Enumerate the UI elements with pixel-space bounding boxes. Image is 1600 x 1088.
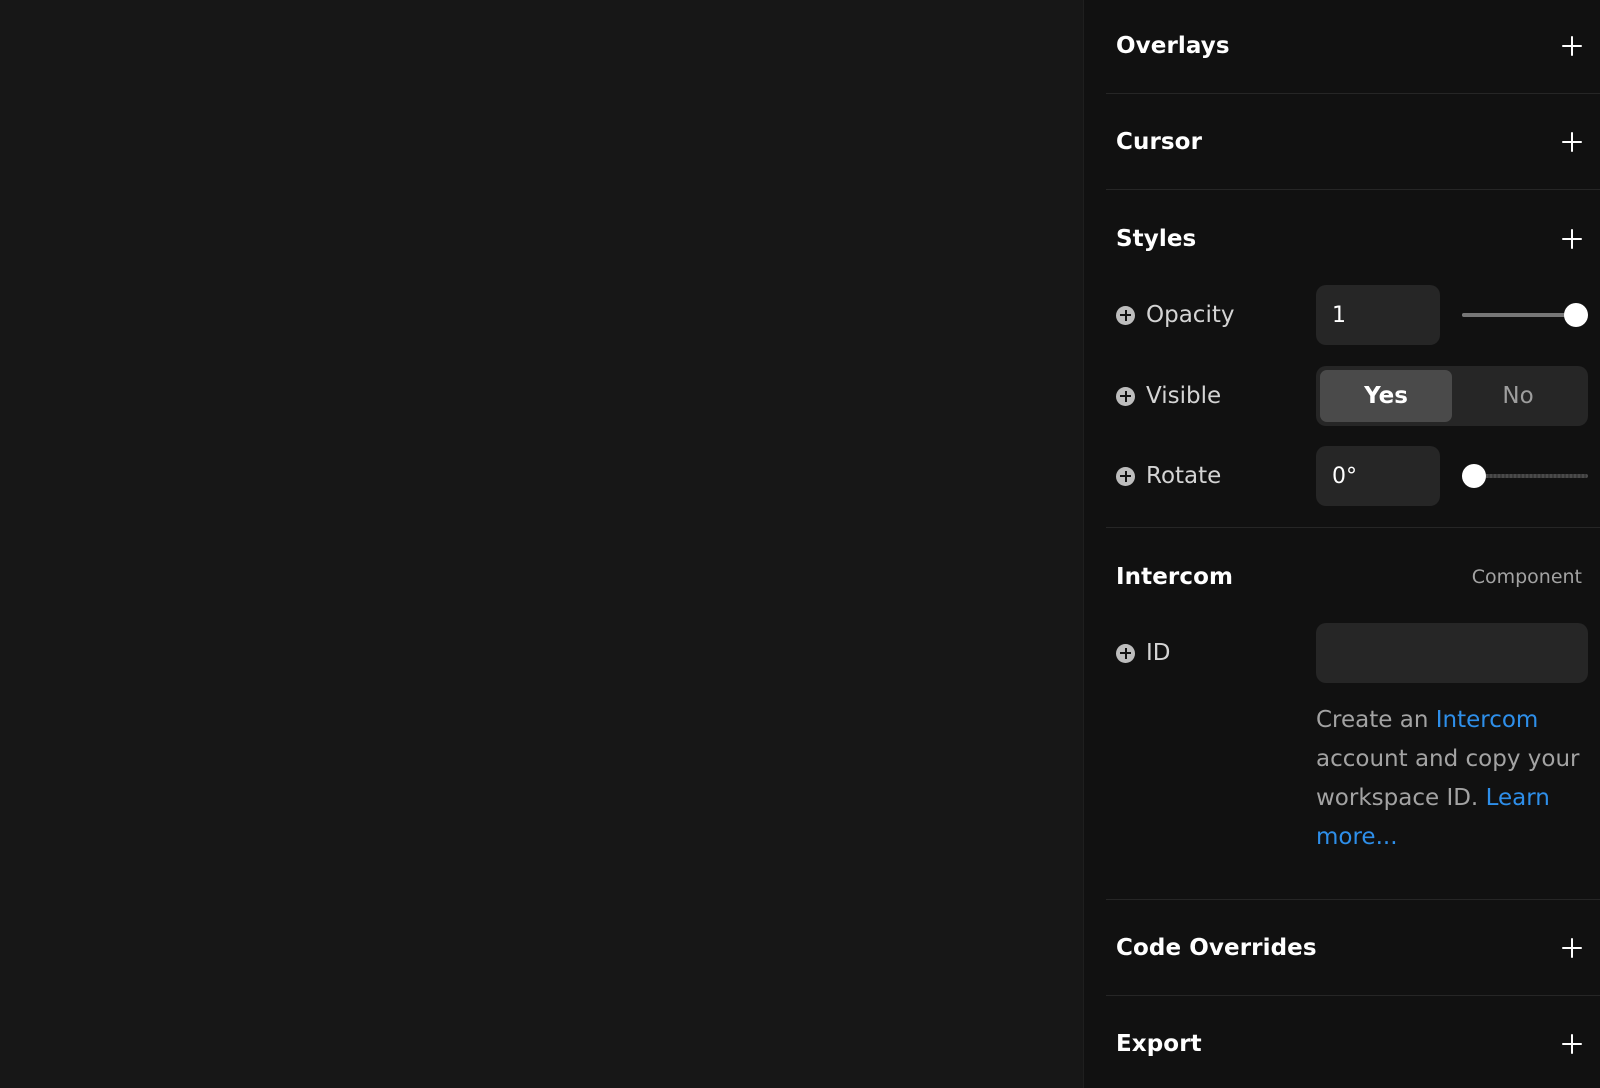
cursor-title: Cursor [1116,129,1203,155]
visible-label-group: Visible [1116,366,1221,426]
opacity-input[interactable]: 1 [1316,285,1440,345]
intercom-section-header: Intercom Component [1116,557,1600,597]
rotate-value: 0° [1332,463,1357,489]
divider [1106,527,1600,528]
plus-circle-icon[interactable] [1116,305,1135,325]
opacity-slider-thumb[interactable] [1564,303,1588,327]
styles-section-header[interactable]: Styles [1116,219,1600,259]
visible-label: Visible [1146,383,1222,409]
rotate-label: Rotate [1146,463,1222,489]
intercom-help-text: Create an Intercom account and copy your… [1316,701,1584,857]
component-badge: Component [1471,566,1582,588]
help-prefix: Create an [1316,707,1436,733]
divider [1106,899,1600,900]
visible-yes-option[interactable]: Yes [1320,370,1452,422]
id-label: ID [1146,640,1171,666]
opacity-label: Opacity [1146,302,1235,328]
divider [1106,189,1600,190]
divider [1106,93,1600,94]
code-overrides-title: Code Overrides [1116,935,1317,961]
rotate-slider-thumb[interactable] [1462,464,1486,488]
rotate-input[interactable]: 0° [1316,446,1440,506]
add-overlay-plus-icon[interactable] [1562,36,1582,56]
opacity-slider-fill [1462,313,1576,317]
cursor-section-header[interactable]: Cursor [1116,122,1600,162]
plus-circle-icon[interactable] [1116,466,1135,486]
plus-circle-icon[interactable] [1116,643,1135,663]
export-title: Export [1116,1031,1202,1057]
id-label-group: ID [1116,623,1171,683]
opacity-value: 1 [1332,302,1346,328]
rotate-row: Rotate 0° [1116,446,1600,506]
opacity-slider[interactable] [1462,285,1588,345]
id-input[interactable] [1316,623,1588,683]
code-overrides-section-header[interactable]: Code Overrides [1116,928,1600,968]
overlays-title: Overlays [1116,33,1230,59]
properties-panel: Overlays Cursor Styles Opacity 1 Visible [1083,0,1600,1088]
plus-circle-icon[interactable] [1116,386,1135,406]
intercom-link[interactable]: Intercom [1436,707,1539,733]
add-cursor-plus-icon[interactable] [1562,132,1582,152]
export-section-header[interactable]: Export [1116,1024,1600,1064]
visible-toggle: Yes No [1316,366,1588,426]
id-row: ID [1116,623,1600,683]
divider [1106,995,1600,996]
design-canvas[interactable] [0,0,1083,1088]
add-style-plus-icon[interactable] [1562,229,1582,249]
rotate-slider[interactable] [1462,446,1588,506]
add-export-plus-icon[interactable] [1562,1034,1582,1054]
rotate-label-group: Rotate [1116,446,1221,506]
intercom-title: Intercom [1116,564,1234,590]
styles-title: Styles [1116,226,1197,252]
visible-no-option[interactable]: No [1452,370,1584,422]
add-code-override-plus-icon[interactable] [1562,938,1582,958]
opacity-row: Opacity 1 [1116,285,1600,345]
overlays-section-header[interactable]: Overlays [1116,26,1600,66]
opacity-label-group: Opacity [1116,285,1234,345]
visible-row: Visible Yes No [1116,366,1600,426]
